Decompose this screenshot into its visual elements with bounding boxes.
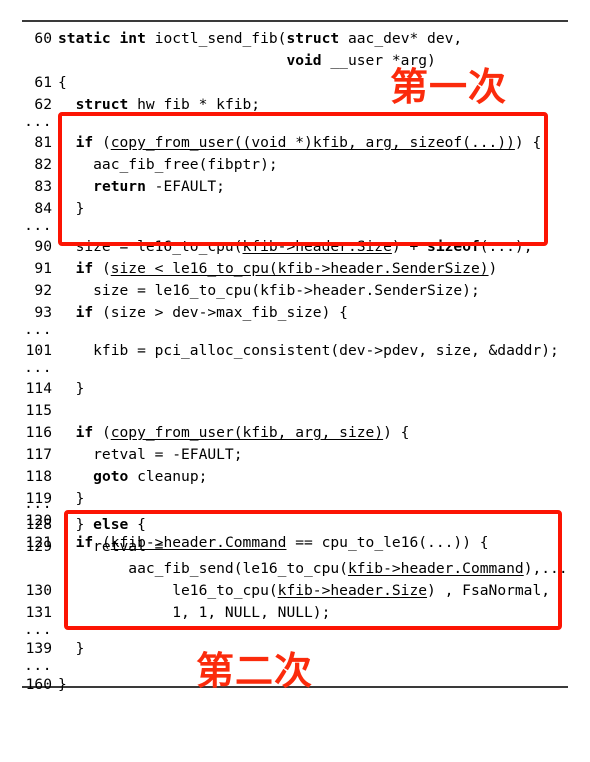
line-number: 114 <box>25 380 52 397</box>
line-number: 91 <box>34 260 52 277</box>
line-number: 128 <box>25 516 52 533</box>
line-number: 61 <box>34 74 52 91</box>
line-code: return -EFAULT; <box>93 178 225 195</box>
code-line: 117 retval = -EFAULT; <box>0 444 590 466</box>
line-code: static int ioctl_send_fib(struct aac_dev… <box>58 30 463 47</box>
line-number-ellipsis: ... <box>24 657 52 674</box>
line-number-ellipsis: ... <box>24 113 52 130</box>
line-code: } <box>58 640 85 657</box>
line-number: 129 <box>25 538 52 555</box>
line-code: } <box>58 200 85 217</box>
line-number: 160 <box>25 676 52 693</box>
line-code: goto cleanup; <box>93 468 208 485</box>
line-number: 82 <box>34 156 52 173</box>
code-line: 101 kfib = pci_alloc_consistent(dev->pde… <box>0 340 590 362</box>
line-number-ellipsis: ... <box>24 359 52 376</box>
code-ellipsis-row: ... <box>0 321 590 340</box>
line-number: 83 <box>34 178 52 195</box>
line-number: 116 <box>25 424 52 441</box>
line-code: kfib = pci_alloc_consistent(dev->pdev, s… <box>58 342 559 359</box>
code-line: 84 } <box>0 198 590 220</box>
figure-top-rule <box>22 20 568 22</box>
line-code: aac_fib_free(fibptr); <box>58 156 278 173</box>
line-number: 81 <box>34 134 52 151</box>
line-number: 90 <box>34 238 52 255</box>
code-line: 91 if (size < le16_to_cpu(kfib->header.S… <box>0 258 590 280</box>
line-code: if (size < le16_to_cpu(kfib->header.Send… <box>75 260 498 277</box>
line-code: retval = -EFAULT; <box>58 446 243 463</box>
figure-canvas: 60 static int ioctl_send_fib(struct aac_… <box>0 0 590 707</box>
line-number: 118 <box>25 468 52 485</box>
line-code: retval = <box>58 538 164 555</box>
annotation-label-second: 第二次 <box>196 649 314 693</box>
code-line: 118 goto cleanup; <box>0 466 590 488</box>
line-number-ellipsis: ... <box>24 321 52 338</box>
line-code: } <box>58 676 67 693</box>
annotation-label-first: 第一次 <box>390 65 508 109</box>
code-ellipsis-row: ... <box>0 359 590 378</box>
code-line-continuation: aac_fib_send(le16_to_cpu(kfib->header.Co… <box>0 558 590 580</box>
code-ellipsis-row: ... <box>0 113 590 132</box>
line-code: size = le16_to_cpu(kfib->header.Size) + … <box>58 238 533 255</box>
code-line: 82 aac_fib_free(fibptr); <box>0 154 590 176</box>
line-number: 92 <box>34 282 52 299</box>
code-line: 81 if (copy_from_user((void *)kfib, arg,… <box>0 132 590 154</box>
line-code: } else { <box>58 516 146 533</box>
line-number: 115 <box>25 402 52 419</box>
line-code: struct hw_fib * kfib; <box>75 96 261 113</box>
line-code: size = le16_to_cpu(kfib->header.SenderSi… <box>58 282 480 299</box>
code-line: 131 1, 1, NULL, NULL); <box>0 602 590 624</box>
line-number: 117 <box>25 446 52 463</box>
code-line: 130 le16_to_cpu(kfib->header.Size) , Fsa… <box>0 580 590 602</box>
code-line: 90 size = le16_to_cpu(kfib->header.Size)… <box>0 236 590 258</box>
code-line: 83 return -EFAULT; <box>0 176 590 198</box>
line-number: 60 <box>34 30 52 47</box>
code-line: 92 size = le16_to_cpu(kfib->header.Sende… <box>0 280 590 302</box>
line-number: 130 <box>25 582 52 599</box>
line-code: le16_to_cpu(kfib->header.Size) , FsaNorm… <box>58 582 551 599</box>
code-line: 128 } else { <box>0 514 590 536</box>
line-number-ellipsis: ... <box>24 217 52 234</box>
code-line: 129 retval = <box>0 536 590 558</box>
code-ellipsis-row: ... <box>0 217 590 236</box>
line-code: if (size > dev->max_fib_size) { <box>75 304 348 321</box>
code-ellipsis-row: ... <box>0 495 590 514</box>
line-code: void __user *arg) <box>286 52 436 69</box>
line-number-ellipsis: ... <box>24 621 52 638</box>
line-number-ellipsis: ... <box>24 495 52 512</box>
line-code: } <box>58 380 85 397</box>
code-line: 114 } <box>0 378 590 400</box>
line-code: if (copy_from_user(kfib, arg, size)) { <box>75 424 410 441</box>
code-line: 60 static int ioctl_send_fib(struct aac_… <box>0 28 590 50</box>
line-code: if (copy_from_user((void *)kfib, arg, si… <box>75 134 542 151</box>
code-line: 115 <box>0 400 590 422</box>
code-line: 116 if (copy_from_user(kfib, arg, size))… <box>0 422 590 444</box>
line-code: aac_fib_send(le16_to_cpu(kfib->header.Co… <box>58 560 568 577</box>
code-line: 93 if (size > dev->max_fib_size) { <box>0 302 590 324</box>
line-code: 1, 1, NULL, NULL); <box>58 604 331 621</box>
line-code: { <box>58 74 67 91</box>
